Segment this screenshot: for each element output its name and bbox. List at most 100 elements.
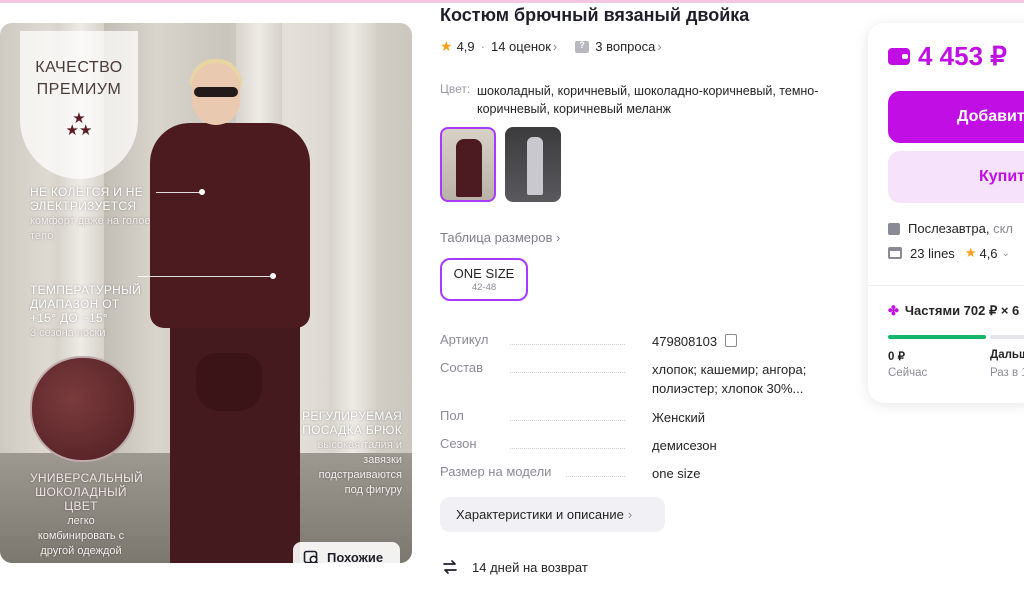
seller-info[interactable]: 23 lines ★ 4,6 ⌄ — [888, 245, 1010, 261]
questions-link[interactable]: 3 вопроса — [595, 39, 655, 54]
wallet-icon — [888, 48, 910, 65]
feature-color: УНИВЕРСАЛЬНЫЙ ШОКОЛАДНЫЙ ЦВЕТ легко комб… — [30, 471, 143, 558]
delivery-info: Послезавтра, скл — [888, 221, 1013, 236]
premium-badge-text: КАЧЕСТВО ПРЕМИУМ — [35, 59, 123, 98]
product-title: Костюм брючный вязаный двойка — [440, 5, 750, 25]
chevron-down-icon: ⌄ — [1001, 247, 1010, 259]
similar-search-icon — [303, 550, 319, 563]
copy-icon[interactable] — [725, 334, 738, 347]
feature-temperature-sub: 3 сезона носки — [30, 327, 106, 339]
spec-key: Состав — [440, 360, 484, 375]
question-icon — [575, 40, 590, 53]
callout-line — [156, 192, 200, 193]
thumbnail-figure — [456, 139, 482, 197]
package-icon — [888, 222, 900, 235]
feature-fit: РЕГУЛИРУЕМАЯ ПОСАДКА БРЮК высокая талия … — [300, 409, 402, 497]
seller-name: 23 lines — [910, 245, 955, 261]
feature-no-itch: НЕ КОЛЕТСЯ И НЕ ЭЛЕКТРИЗУЕТСЯ комфорт да… — [30, 185, 160, 243]
installments-icon: ✤ — [888, 303, 899, 318]
rating-separator: · — [480, 39, 485, 54]
spec-key: Артикул — [440, 332, 489, 347]
spec-dots — [510, 372, 625, 373]
size-table-link[interactable]: Таблица размеров › — [440, 230, 560, 245]
feature-fit-title: РЕГУЛИРУЕМАЯ ПОСАДКА БРЮК — [302, 409, 402, 437]
feature-no-itch-title: НЕ КОЛЕТСЯ И НЕ ЭЛЕКТРИЗУЕТСЯ — [30, 185, 144, 213]
seller-star-icon: ★ — [964, 245, 977, 260]
feature-temperature: ТЕМПЕРАТУРНЫЙ ДИАПАЗОН ОТ +15° ДО −15° 3… — [30, 283, 145, 340]
spec-dots — [510, 344, 625, 345]
rating-value: 4,9 — [456, 39, 475, 54]
similar-button[interactable]: Похожие — [293, 542, 400, 563]
delivery-warehouse: скл — [993, 221, 1013, 236]
color-label: Цвет: — [440, 82, 471, 96]
feature-no-itch-sub: комфорт даже на голое тело — [30, 215, 151, 242]
pay-later-amount: Дальше — [990, 349, 1024, 361]
pay-now-amount: 0 ₽ — [888, 351, 905, 363]
size-label: ONE SIZE — [453, 266, 515, 281]
color-value: шоколадный, коричневый, шоколадно-коричн… — [477, 84, 819, 116]
model-trousers — [170, 313, 300, 563]
pay-now-label: Сейчас — [888, 367, 928, 379]
spec-value: хлопок; кашемир; ангора; полиэстер; хлоп… — [652, 362, 807, 396]
pay-later-label: Раз в 1 — [990, 367, 1024, 379]
callout-line — [138, 276, 272, 277]
reviews-link[interactable]: 14 оценок — [491, 39, 551, 54]
delivery-date: Послезавтра, — [908, 221, 990, 236]
installment-progress-paid — [888, 335, 986, 339]
card-divider — [868, 285, 1024, 286]
spec-value: Женский — [652, 410, 705, 425]
model-handbag — [196, 353, 262, 411]
seller-rating: 4,6 — [979, 245, 998, 261]
spec-key: Пол — [440, 408, 464, 423]
feature-fit-sub: высокая талия и завязки подстраиваются п… — [317, 439, 402, 496]
spec-dots — [510, 420, 625, 421]
premium-stars-icon: ★ ★★ — [65, 110, 93, 139]
buy-now-button[interactable]: Купить — [888, 151, 1024, 203]
callout-dot — [270, 273, 276, 279]
top-accent-line — [0, 0, 1024, 3]
chevron-right-icon: › — [556, 230, 561, 245]
add-to-cart-button[interactable]: Добавить — [888, 91, 1024, 143]
return-policy-label: 14 дней на возврат — [472, 559, 588, 575]
model-sunglasses — [194, 87, 238, 97]
return-policy: 14 дней на возврат — [440, 557, 588, 577]
installments-label: Частями 702 ₽ × 6 — [904, 303, 1020, 318]
thumbnail-figure — [527, 137, 543, 195]
spec-value: 479808103 — [652, 332, 832, 351]
chevron-right-icon: › — [657, 39, 662, 54]
product-photo[interactable]: КАЧЕСТВО ПРЕМИУМ ★ ★★ НЕ КОЛЕТСЯ И НЕ ЭЛЕ… — [0, 23, 412, 563]
chevron-right-icon: › — [627, 507, 633, 522]
return-arrows-icon — [443, 560, 457, 574]
characteristics-label: Характеристики и описание — [456, 507, 624, 522]
chevron-right-icon: › — [552, 39, 558, 54]
installment-progress-remaining — [990, 335, 1024, 339]
spec-value: демисезон — [652, 438, 717, 453]
size-option-one-size[interactable]: ONE SIZE 42-48 — [440, 258, 528, 301]
color-thumbnail-chocolate[interactable] — [440, 127, 496, 202]
spec-dots — [510, 448, 625, 449]
shop-icon — [888, 247, 902, 259]
spec-key: Сезон — [440, 436, 477, 451]
spec-value: one size — [652, 466, 701, 481]
rating-star-icon: ★ — [440, 38, 453, 54]
feature-temperature-title: ТЕМПЕРАТУРНЫЙ ДИАПАЗОН ОТ +15° ДО −15° — [30, 283, 141, 325]
characteristics-button[interactable]: Характеристики и описание › — [440, 497, 665, 532]
premium-badge — [20, 31, 138, 179]
feature-color-title: УНИВЕРСАЛЬНЫЙ ШОКОЛАДНЫЙ ЦВЕТ — [30, 471, 144, 513]
spec-dots — [566, 476, 625, 477]
feature-color-sub: легко комбинировать с другой одеждой — [37, 515, 125, 557]
buy-card: 4 453 ₽ Добавить Купить Послезавтра, скл… — [868, 23, 1024, 403]
fabric-swatch — [30, 356, 136, 462]
callout-dot — [199, 189, 205, 195]
rating-row: ★ 4,9 · 14 оценок › 3 вопроса › — [440, 38, 662, 55]
price: 4 453 ₽ — [888, 41, 1007, 72]
installments[interactable]: ✤ Частями 702 ₽ × 6 — [888, 303, 1019, 319]
size-range: 42-48 — [471, 282, 497, 293]
spec-key: Размер на модели — [440, 464, 552, 479]
article-number: 479808103 — [652, 334, 718, 349]
color-thumbnail-grey[interactable] — [505, 127, 561, 202]
price-value: 4 453 ₽ — [918, 41, 1007, 71]
model-sweater — [150, 123, 310, 328]
size-table-label: Таблица размеров — [440, 230, 553, 245]
similar-button-label: Похожие — [327, 550, 384, 563]
